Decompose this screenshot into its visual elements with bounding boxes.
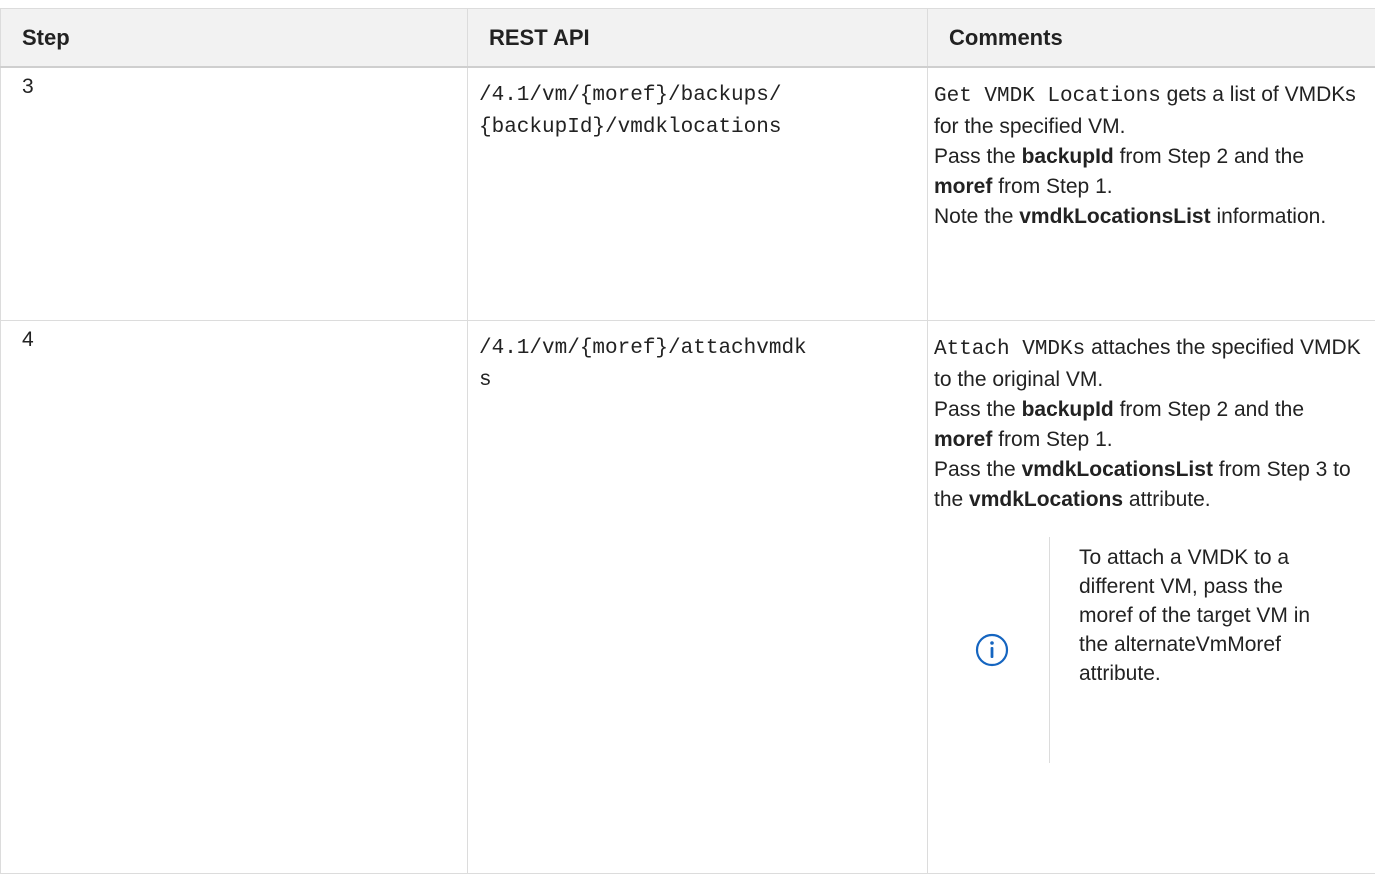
header-step: Step xyxy=(1,9,468,68)
param-backupid: backupId xyxy=(1022,145,1114,168)
comment-text: information. xyxy=(1211,205,1327,228)
info-note-icon-column xyxy=(934,537,1050,763)
comment-text: from Step 2 and the xyxy=(1114,398,1304,421)
comment-line: Pass the vmdkLocationsList from Step 3 t… xyxy=(934,455,1367,515)
header-rest-api: REST API xyxy=(468,9,928,68)
comment-text: Pass the xyxy=(934,398,1022,421)
info-note: To attach a VMDK to a different VM, pass… xyxy=(934,537,1367,763)
info-note-text: To attach a VMDK to a different VM, pass… xyxy=(1050,537,1329,763)
comment-text: from Step 1. xyxy=(992,428,1112,451)
param-vmdklocations: vmdkLocations xyxy=(969,488,1123,511)
param-moref: moref xyxy=(934,428,992,451)
api-path-line: /4.1/vm/{moref}/backups/ xyxy=(479,80,915,112)
param-moref: moref xyxy=(934,175,992,198)
comment-text: from Step 1. xyxy=(992,175,1112,198)
param-vmdklocationslist: vmdkLocationsList xyxy=(1019,205,1210,228)
table-row: 3 /4.1/vm/{moref}/backups/ {backupId}/vm… xyxy=(1,67,1375,321)
comment-text: attribute. xyxy=(1123,488,1211,511)
comment-text: Pass the xyxy=(934,145,1022,168)
rest-api-endpoint: /4.1/vm/{moref}/backups/ {backupId}/vmdk… xyxy=(468,67,928,321)
rest-api-steps-table-wrapper: Step REST API Comments 3 /4.1/vm/{moref}… xyxy=(0,8,1375,874)
api-operation-name: Attach VMDKs xyxy=(934,338,1085,361)
param-vmdklocationslist: vmdkLocationsList xyxy=(1022,458,1213,481)
step-number: 3 xyxy=(1,67,468,321)
step-number: 4 xyxy=(1,321,468,874)
comments-cell: Get VMDK Locations gets a list of VMDKs … xyxy=(928,67,1375,321)
rest-api-steps-table: Step REST API Comments 3 /4.1/vm/{moref}… xyxy=(0,8,1375,874)
table-row: 4 /4.1/vm/{moref}/attachvmdk s Attach VM… xyxy=(1,321,1375,874)
api-path-line: {backupId}/vmdklocations xyxy=(479,112,915,144)
info-icon xyxy=(975,633,1009,667)
table-header-row: Step REST API Comments xyxy=(1,9,1375,68)
comment-text: Note the xyxy=(934,205,1019,228)
header-comments: Comments xyxy=(928,9,1375,68)
api-path-line: s xyxy=(479,365,915,397)
api-operation-name: Get VMDK Locations xyxy=(934,85,1161,108)
comment-line: Note the vmdkLocationsList information. xyxy=(934,202,1367,232)
api-path-line: /4.1/vm/{moref}/attachvmdk xyxy=(479,333,915,365)
rest-api-endpoint: /4.1/vm/{moref}/attachvmdk s xyxy=(468,321,928,874)
param-backupid: backupId xyxy=(1022,398,1114,421)
comment-text: from Step 2 and the xyxy=(1114,145,1304,168)
comment-line: Pass the backupId from Step 2 and the mo… xyxy=(934,395,1367,455)
comment-line: Pass the backupId from Step 2 and the mo… xyxy=(934,142,1367,202)
comments-cell: Attach VMDKs attaches the specified VMDK… xyxy=(928,321,1375,874)
comment-text: Pass the xyxy=(934,458,1022,481)
